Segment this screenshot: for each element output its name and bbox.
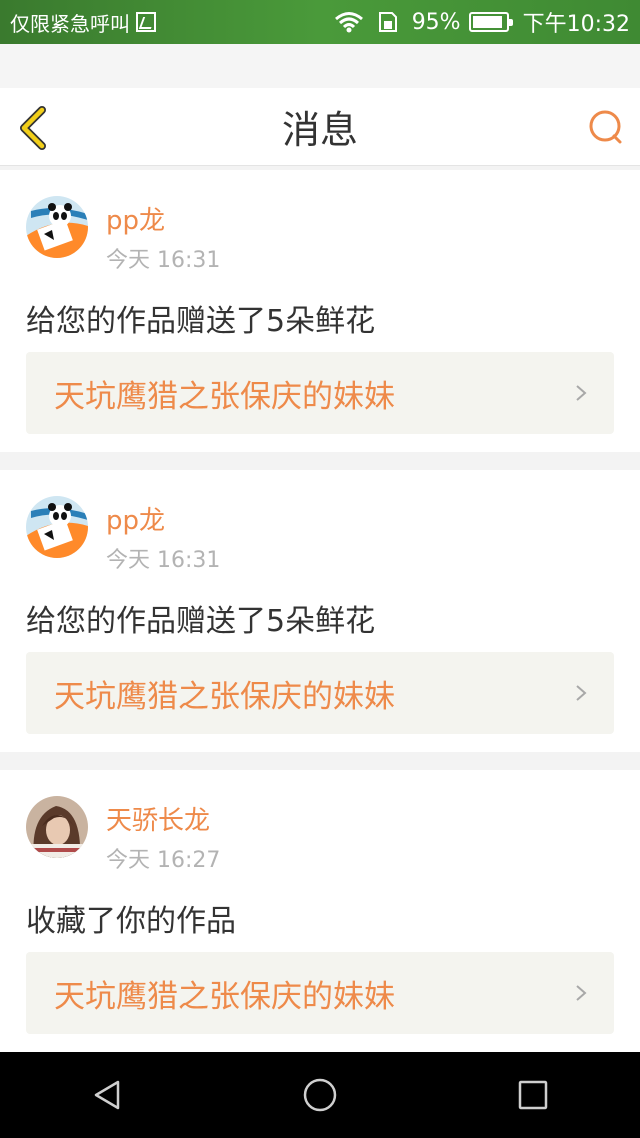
panda-avatar[interactable]: [26, 496, 88, 558]
system-recents-button[interactable]: [503, 1065, 563, 1125]
header-spacer: [0, 44, 640, 88]
girl-photo-avatar[interactable]: [26, 796, 88, 858]
message-text: 收藏了你的作品: [26, 904, 236, 939]
username[interactable]: pp龙: [106, 200, 165, 237]
panda-avatar[interactable]: [26, 196, 88, 258]
carrier-text: 仅限紧急呼叫: [10, 11, 130, 36]
work-title: 天坑鹰猎之张保庆的妹妹: [54, 978, 395, 1015]
chevron-right-icon: [576, 685, 587, 701]
battery-percent: 95%: [411, 9, 461, 35]
timestamp: 今天 16:31: [106, 548, 221, 573]
back-chevron-icon[interactable]: [14, 106, 54, 150]
system-back-button[interactable]: [77, 1065, 137, 1125]
status-bar: 仅限紧急呼叫 95% 下午10:32: [0, 0, 640, 44]
clock: 下午10:32: [522, 12, 630, 37]
chevron-right-icon: [576, 985, 587, 1001]
work-link[interactable]: 天坑鹰猎之张保庆的妹妹: [26, 352, 614, 434]
page-title: 消息: [281, 108, 358, 152]
work-title: 天坑鹰猎之张保庆的妹妹: [54, 678, 395, 715]
username[interactable]: pp龙: [106, 500, 165, 537]
sim-icon: [136, 12, 156, 32]
message-text: 给您的作品赠送了5朵鲜花: [26, 604, 376, 639]
home-circle-icon: [303, 1078, 337, 1112]
work-title: 天坑鹰猎之张保庆的妹妹: [54, 378, 395, 415]
system-nav-bar: [0, 1052, 640, 1138]
timestamp: 今天 16:31: [106, 248, 221, 273]
work-link[interactable]: 天坑鹰猎之张保庆的妹妹: [26, 952, 614, 1034]
wifi-icon: [334, 12, 363, 33]
system-home-button[interactable]: [290, 1065, 350, 1125]
app-header: 消息: [0, 88, 640, 166]
message-card: pp龙 今天 16:31 给您的作品赠送了5朵鲜花 天坑鹰猎之张保庆的妹妹: [0, 470, 640, 752]
message-text: 给您的作品赠送了5朵鲜花: [26, 304, 376, 339]
chevron-right-icon: [576, 385, 587, 401]
work-link[interactable]: 天坑鹰猎之张保庆的妹妹: [26, 652, 614, 734]
recents-square-icon: [519, 1080, 548, 1110]
sd-card-icon: [378, 12, 397, 32]
back-triangle-icon: [94, 1080, 119, 1110]
timestamp: 今天 16:27: [106, 848, 221, 873]
username[interactable]: 天骄长龙: [106, 800, 210, 837]
message-card: pp龙 今天 16:31 给您的作品赠送了5朵鲜花 天坑鹰猎之张保庆的妹妹: [0, 170, 640, 452]
message-card: 天骄长龙 今天 16:27 收藏了你的作品 天坑鹰猎之张保庆的妹妹: [0, 770, 640, 1052]
search-icon[interactable]: [586, 108, 626, 148]
battery-icon: [468, 12, 513, 32]
